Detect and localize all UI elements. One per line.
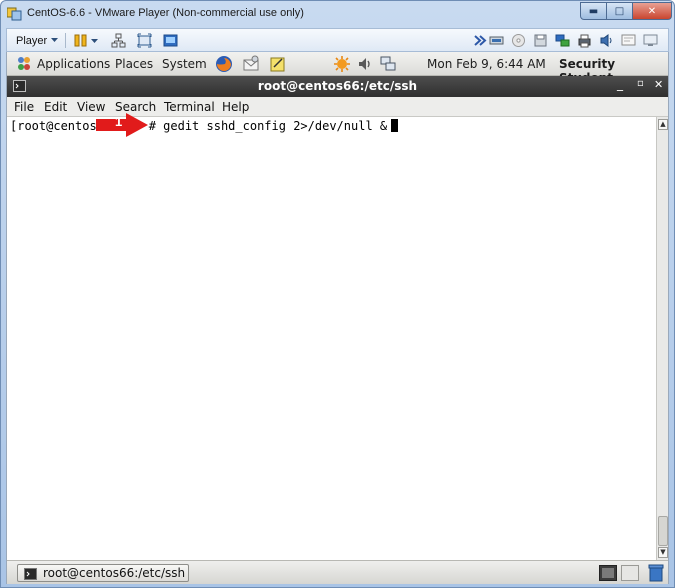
usb-icon[interactable]: [489, 33, 504, 48]
text-cursor: [391, 119, 399, 132]
network-adapter-icon[interactable]: [555, 33, 570, 48]
minimize-button[interactable]: ▬: [580, 2, 607, 20]
menu-search[interactable]: Search: [115, 100, 156, 114]
prompt-prefix: [root@centos: [10, 119, 97, 133]
scroll-thumb[interactable]: [658, 516, 668, 546]
window-title: CentOS-6.6 - VMware Player (Non-commerci…: [27, 7, 304, 19]
minimize-icon: ▬: [588, 5, 599, 17]
floppy-icon[interactable]: [533, 33, 548, 48]
gnome-bottom-panel: root@centos66:/etc/ssh: [7, 560, 668, 584]
printer-icon[interactable]: [577, 33, 592, 48]
network-status-icon[interactable]: [379, 55, 397, 73]
menu-file[interactable]: File: [14, 100, 34, 114]
display-icon[interactable]: [643, 33, 658, 48]
terminal-title: root@centos66:/etc/ssh: [257, 79, 418, 93]
vmware-toolbar: Player: [6, 28, 669, 52]
volume-icon[interactable]: [356, 55, 374, 73]
maximize-button[interactable]: □: [606, 2, 633, 20]
fullscreen-icon[interactable]: [137, 33, 152, 48]
mail-icon[interactable]: [242, 55, 260, 73]
forward-icon[interactable]: [473, 33, 488, 48]
menu-terminal[interactable]: Terminal: [164, 100, 215, 114]
menu-view[interactable]: View: [77, 100, 105, 114]
player-menu-button[interactable]: Player: [11, 32, 63, 49]
cd-icon[interactable]: [511, 33, 526, 48]
firefox-icon[interactable]: [215, 55, 233, 73]
chevron-down-icon[interactable]: [91, 39, 98, 44]
close-button[interactable]: ✕: [632, 2, 672, 20]
gnome-top-panel: Applications Places System Mon Feb 9, 6:…: [7, 52, 668, 85]
guest-screen: Applications Places System Mon Feb 9, 6:…: [6, 52, 669, 584]
terminal-close-button[interactable]: ✕: [654, 78, 663, 91]
annotation-number: 1: [115, 114, 123, 129]
taskbar-terminal-button[interactable]: root@centos66:/etc/ssh: [17, 564, 189, 582]
places-menu[interactable]: Places: [115, 57, 153, 71]
pause-icon[interactable]: [73, 33, 88, 48]
terminal-minimize-button[interactable]: _: [617, 77, 623, 91]
player-menu-label: Player: [16, 34, 48, 47]
menu-edit[interactable]: Edit: [44, 100, 67, 114]
system-menu[interactable]: System: [162, 57, 207, 71]
chevron-down-icon: [51, 38, 59, 42]
trash-icon[interactable]: [648, 564, 664, 582]
terminal-output[interactable]: [root@centos # gedit sshd_config 2>/dev/n…: [7, 117, 656, 560]
notes-icon[interactable]: [269, 55, 287, 73]
workspace-2-icon[interactable]: [621, 565, 639, 581]
terminal-icon: [24, 568, 37, 580]
terminal-maximize-button[interactable]: ▫: [637, 78, 644, 89]
unity-icon[interactable]: [163, 33, 178, 48]
clock[interactable]: Mon Feb 9, 6:44 AM: [427, 57, 546, 71]
terminal-titlebar[interactable]: root@centos66:/etc/ssh _ ▫ ✕: [7, 76, 668, 97]
vmware-titlebar[interactable]: CentOS-6.6 - VMware Player (Non-commerci…: [1, 1, 674, 28]
scroll-down-button[interactable]: ▼: [658, 547, 668, 558]
sound-icon[interactable]: [599, 33, 614, 48]
toolbar-separator: [65, 33, 66, 48]
workspace-switcher-icon[interactable]: [599, 565, 617, 581]
message-icon[interactable]: [621, 33, 636, 48]
vmware-window: CentOS-6.6 - VMware Player (Non-commerci…: [0, 0, 675, 588]
prompt-command: # gedit sshd_config 2>/dev/null &: [148, 119, 388, 133]
terminal-scrollbar[interactable]: ▲ ▼: [656, 117, 668, 560]
updates-icon[interactable]: [333, 55, 351, 73]
taskbar-terminal-label: root@centos66:/etc/ssh: [43, 566, 186, 580]
scroll-up-button[interactable]: ▲: [658, 119, 668, 130]
menu-help[interactable]: Help: [222, 100, 249, 114]
vmware-logo-icon: [7, 7, 22, 21]
terminal-command-line: [root@centos # gedit sshd_config 2>/dev/n…: [10, 119, 399, 133]
applications-menu[interactable]: Applications: [37, 57, 110, 71]
network-icon[interactable]: [111, 33, 126, 48]
gnome-foot-icon[interactable]: [15, 55, 33, 73]
close-icon: ✕: [647, 5, 657, 17]
maximize-icon: □: [614, 5, 625, 17]
